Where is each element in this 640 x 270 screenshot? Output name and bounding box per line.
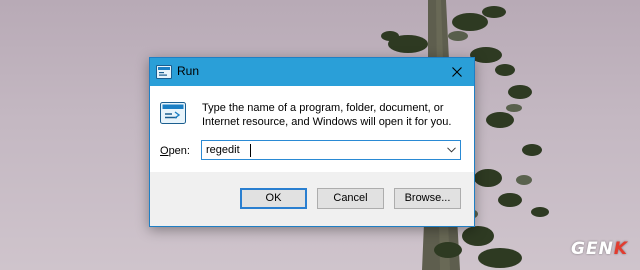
open-input[interactable] <box>202 141 438 159</box>
open-label-mnemonic: O <box>160 145 169 157</box>
open-label: Open: <box>160 145 190 157</box>
dropdown-button[interactable] <box>442 141 460 159</box>
run-dialog: Run Type the name of a program, folder, … <box>149 57 475 227</box>
button-bar: OK Cancel Browse... <box>150 172 474 226</box>
close-icon <box>452 67 462 77</box>
cancel-button[interactable]: Cancel <box>317 188 384 209</box>
text-cursor <box>250 144 251 157</box>
dialog-description: Type the name of a program, folder, docu… <box>202 102 452 128</box>
browse-button[interactable]: Browse... <box>394 188 461 209</box>
title-bar[interactable]: Run <box>150 58 474 86</box>
watermark-accent: K <box>613 239 628 259</box>
watermark-text: GEN <box>571 239 614 259</box>
open-combobox[interactable] <box>201 140 461 160</box>
dialog-body: Type the name of a program, folder, docu… <box>150 86 474 172</box>
genk-watermark-logo: GEN K <box>571 239 628 259</box>
close-button[interactable] <box>440 58 474 86</box>
ok-button[interactable]: OK <box>240 188 307 209</box>
open-label-text: pen: <box>168 145 190 157</box>
window-title: Run <box>177 64 200 78</box>
run-icon <box>156 65 172 79</box>
run-icon <box>160 102 186 124</box>
chevron-down-icon <box>446 147 456 153</box>
